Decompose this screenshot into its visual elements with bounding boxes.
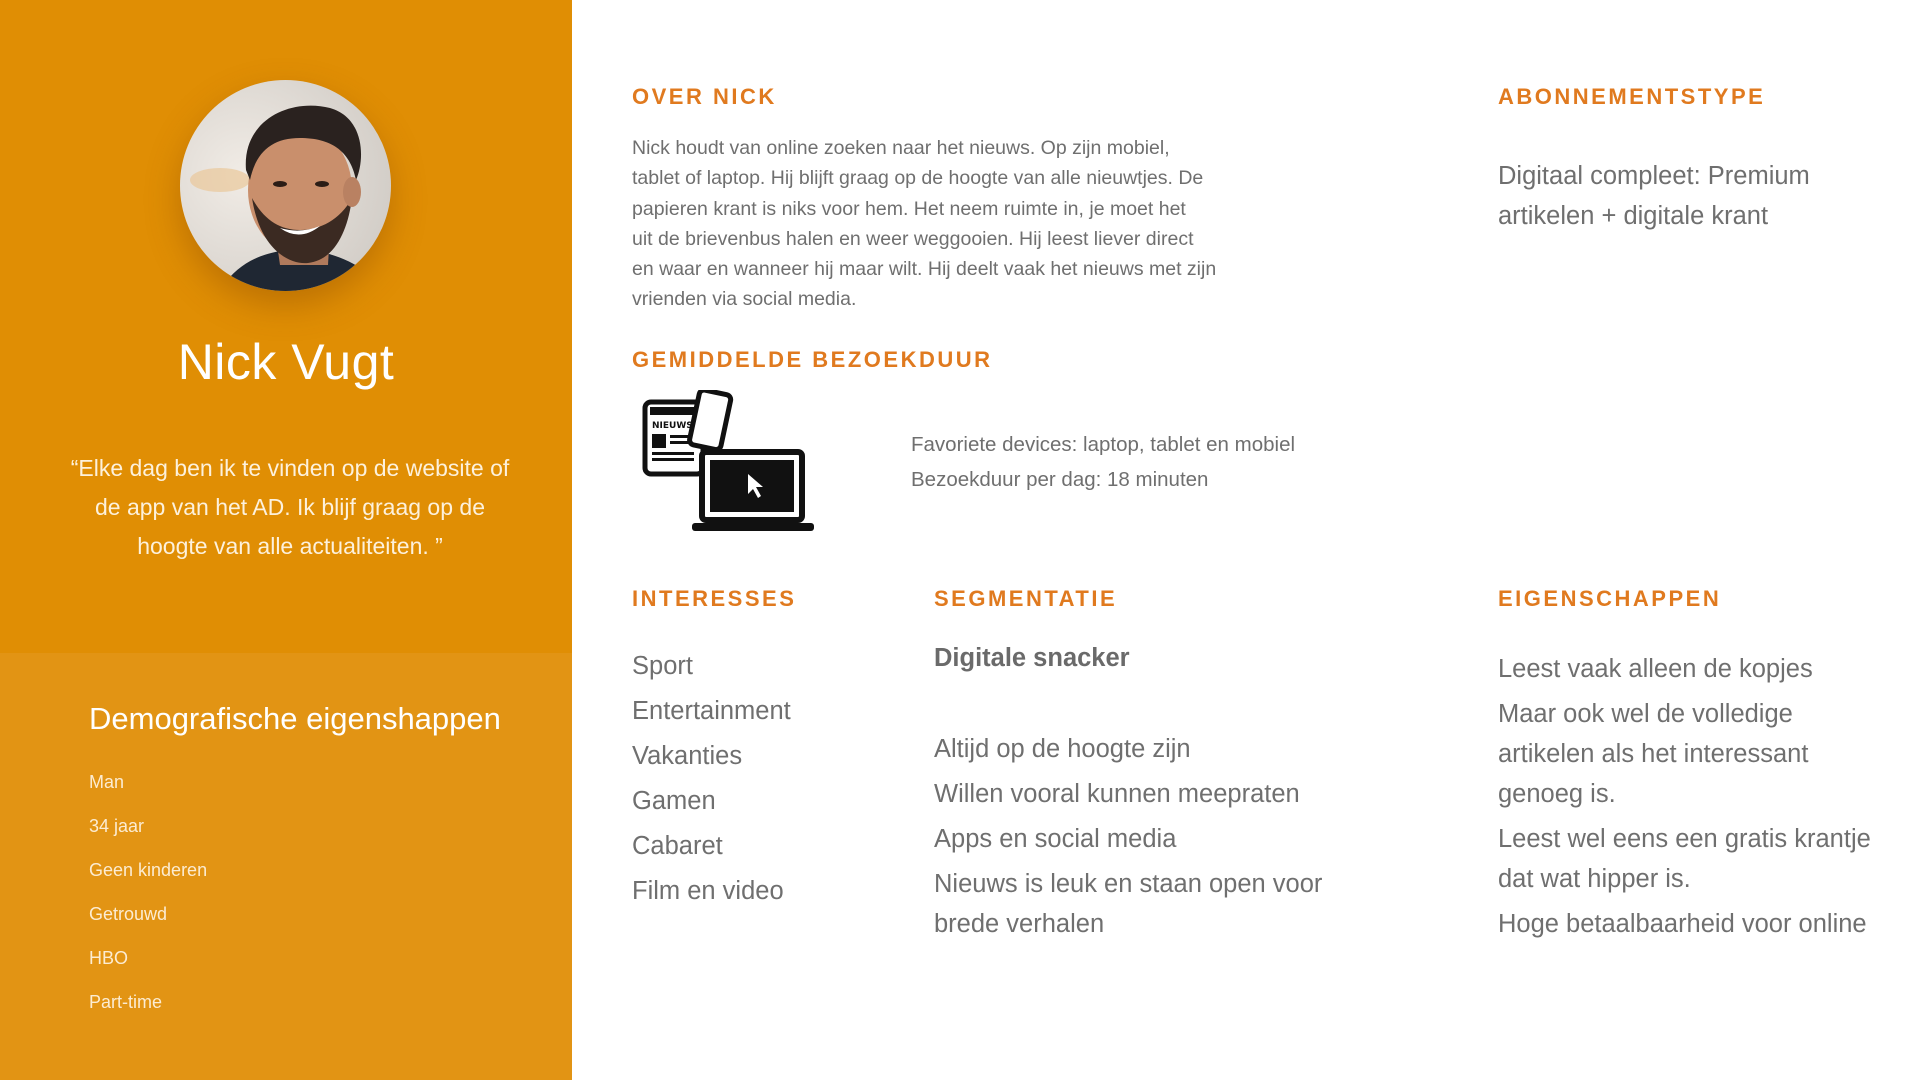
favorite-devices-text: Favoriete devices: laptop, tablet en mob…: [911, 433, 1296, 456]
about-line: vrienden via social media.: [632, 288, 857, 311]
devices-icon-label: NIEUWS: [652, 421, 693, 431]
property-line: Leest wel eens een gratis krantje: [1498, 825, 1871, 853]
segmentation-line: Willen vooral kunnen meepraten: [934, 780, 1300, 808]
interest-item: Gamen: [632, 787, 716, 815]
profile-quote: “Elke dag ben ik te vinden op de website…: [70, 455, 510, 559]
properties-heading: EIGENSCHAPPEN: [1498, 586, 1722, 611]
interest-item: Film en video: [632, 877, 784, 905]
property-line: dat wat hipper is.: [1498, 865, 1691, 893]
interest-item: Cabaret: [632, 832, 723, 860]
subscription-heading: ABONNEMENTSTYPE: [1498, 84, 1766, 109]
segmentation-line: Altijd op de hoogte zijn: [934, 735, 1191, 763]
property-item: Leest vaak alleen de kopjes: [1498, 649, 1871, 689]
about-line: en waar en wanneer hij maar wilt. Hij de…: [632, 258, 1217, 281]
segmentation-item: Willen vooral kunnen meepraten: [934, 774, 1322, 814]
interest-item: Vakanties: [632, 742, 743, 770]
about-line: Nick houdt van online zoeken naar het ni…: [632, 137, 1170, 159]
interest-item: Entertainment: [632, 697, 791, 725]
visit-duration-heading: GEMIDDELDE BEZOEKDUUR: [632, 347, 993, 372]
interest-item: Sport: [632, 652, 693, 680]
segmentation-list: Altijd op de hoogte zijn Willen vooral k…: [934, 729, 1322, 949]
about-heading: OVER NICK: [632, 84, 777, 109]
property-item: Leest wel eens een gratis krantje dat wa…: [1498, 819, 1871, 899]
interests-list: Sport Entertainment Vakanties Gamen Caba…: [632, 649, 791, 919]
property-line: genoeg is.: [1498, 780, 1616, 808]
subscription-type: Digitaal compleet: Premium artikelen + d…: [1498, 156, 1858, 236]
profile-name: Nick Vugt: [177, 334, 395, 390]
about-line: tablet of laptop. Hij blijft graag op de…: [632, 167, 1204, 190]
segmentation-line: Apps en social media: [934, 825, 1177, 853]
segmentation-line: brede verhalen: [934, 910, 1105, 938]
subscription-line: Digitaal compleet: Premium: [1498, 162, 1810, 190]
segmentation-line: Nieuws is leuk en staan open voor: [934, 870, 1323, 898]
about-line: uit de brievenbus halen en weer weggooie…: [632, 227, 1194, 250]
subscription-line: artikelen + digitale krant: [1498, 202, 1769, 230]
properties-list: Leest vaak alleen de kopjes Maar ook wel…: [1498, 649, 1871, 949]
property-line: Leest vaak alleen de kopjes: [1498, 655, 1813, 683]
segment-name: Digitale snacker: [934, 644, 1130, 672]
segmentation-item: Altijd op de hoogte zijn: [934, 729, 1322, 769]
avatar: [180, 80, 391, 291]
segmentation-heading: SEGMENTATIE: [934, 586, 1118, 611]
demographic-gender: Man: [89, 772, 125, 792]
property-item: Maar ook wel de volledige artikelen als …: [1498, 694, 1871, 814]
property-line: Maar ook wel de volledige: [1498, 700, 1793, 728]
segmentation-item: Apps en social media: [934, 819, 1322, 859]
demographics-list: Man 34 jaar Geen kinderen Getrouwd HBO P…: [89, 770, 207, 1034]
property-line: Hoge betaalbaarheid voor online: [1498, 910, 1867, 938]
property-line: artikelen als het interessant: [1498, 740, 1809, 768]
demographic-education: HBO: [89, 948, 129, 968]
device-info: Favoriete devices: laptop, tablet en mob…: [911, 427, 1295, 497]
devices-icon: NIEUWS: [640, 387, 815, 540]
property-item: Hoge betaalbaarheid voor online: [1498, 904, 1871, 944]
demographic-age: 34 jaar: [89, 816, 145, 836]
about-paragraph: Nick houdt van online zoeken naar het ni…: [632, 133, 1292, 315]
interests-heading: INTERESSES: [632, 586, 797, 611]
demographics-title: Demografische eigenshappen: [89, 701, 501, 736]
about-line: papieren krant is niks voor hem. Het nee…: [632, 197, 1186, 220]
demographic-children: Geen kinderen: [89, 860, 208, 880]
portrait-photo: [180, 80, 391, 291]
demographic-marital-status: Getrouwd: [89, 904, 168, 924]
segmentation-item: Nieuws is leuk en staan open voor brede …: [934, 864, 1322, 944]
demographic-employment: Part-time: [89, 992, 163, 1012]
visit-duration-text: Bezoekduur per dag: 18 minuten: [911, 468, 1209, 491]
